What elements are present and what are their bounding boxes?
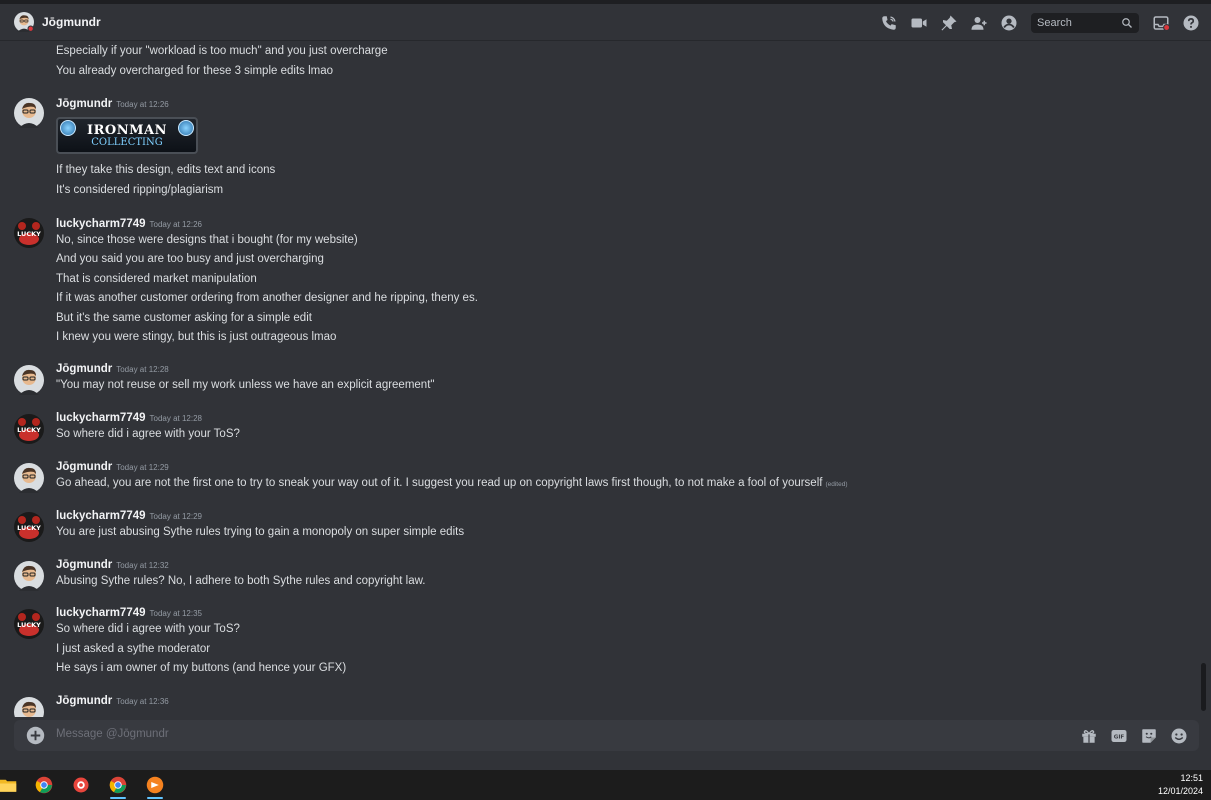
message-timestamp: Today at 12:28 <box>149 414 202 423</box>
message-text: Go ahead, you are not the first one to t… <box>56 477 848 489</box>
search-input[interactable]: Search <box>1031 12 1139 33</box>
search-icon <box>1122 17 1132 28</box>
message-author[interactable]: luckycharm7749 Today at 12:28 <box>56 412 202 424</box>
message-text: You already overcharged for these 3 simp… <box>56 65 334 77</box>
message-text: He says i am owner of my buttons (and he… <box>56 662 347 674</box>
help-icon[interactable] <box>1181 13 1201 33</box>
channel-title: Jōgmundr <box>42 15 101 29</box>
search-placeholder: Search <box>1037 16 1072 29</box>
author-name[interactable]: Jōgmundr <box>56 559 112 571</box>
clock-time: 12:51 <box>1180 773 1203 783</box>
message-text: But it's the same customer asking for a … <box>56 312 312 324</box>
message-text: So where did i agree with your ToS? <box>56 428 240 440</box>
message-timestamp: Today at 12:35 <box>149 609 202 618</box>
app-icon-red[interactable] <box>67 770 95 800</box>
message-text: I knew you were stingy, but this is just… <box>56 331 337 343</box>
user-avatar-luckycharm[interactable]: LUCKY <box>14 512 44 542</box>
message-text: If they take this design, edits text and… <box>56 164 276 176</box>
message-author[interactable]: Jōgmundr Today at 12:32 <box>56 559 169 571</box>
message-author[interactable]: Jōgmundr Today at 12:29 <box>56 461 169 473</box>
message-author[interactable]: Jōgmundr Today at 12:36 <box>56 695 169 707</box>
voice-call-icon[interactable] <box>879 13 899 33</box>
message-author[interactable]: Jōgmundr Today at 12:28 <box>56 363 169 375</box>
gif-icon[interactable]: GIF <box>1109 726 1129 746</box>
attachment-subtitle: COLLECTING <box>91 137 163 148</box>
message-author[interactable]: Jōgmundr Today at 12:26 <box>56 98 169 110</box>
author-name[interactable]: luckycharm7749 <box>56 607 146 619</box>
chrome-secondary-icon[interactable] <box>104 770 132 800</box>
edited-indicator: (edited) <box>825 481 848 488</box>
channel-header: Jōgmundr Search <box>0 4 1211 41</box>
author-name[interactable]: Jōgmundr <box>56 695 112 707</box>
avatar-text: LUCKY <box>17 621 41 629</box>
user-profile-icon[interactable] <box>999 13 1019 33</box>
author-name[interactable]: Jōgmundr <box>56 98 112 110</box>
avatar-text: LUCKY <box>17 524 41 532</box>
emoji-icon[interactable] <box>1169 726 1189 746</box>
message-text: And you said you are too busy and just o… <box>56 253 324 265</box>
active-app-indicator <box>147 797 163 799</box>
add-friends-to-dm-icon[interactable] <box>969 13 989 33</box>
system-clock[interactable]: 12:51 12/01/2024 <box>1158 772 1203 798</box>
user-avatar-jogmundr[interactable] <box>14 365 44 395</box>
user-avatar-jogmundr[interactable] <box>14 12 34 32</box>
message-text: Especially if your "workload is too much… <box>56 45 388 57</box>
inbox-icon[interactable] <box>1151 13 1171 33</box>
message-timestamp: Today at 12:29 <box>149 512 202 521</box>
message-text: So where did i agree with your ToS? <box>56 623 240 635</box>
author-name[interactable]: luckycharm7749 <box>56 510 146 522</box>
sticker-icon[interactable] <box>1139 726 1159 746</box>
user-avatar-jogmundr[interactable] <box>14 463 44 493</box>
message-timestamp: Today at 12:29 <box>116 463 169 472</box>
author-name[interactable]: luckycharm7749 <box>56 218 146 230</box>
app-icon-orange[interactable] <box>141 770 169 800</box>
user-avatar-jogmundr[interactable] <box>14 697 44 717</box>
user-avatar-jogmundr[interactable] <box>14 561 44 591</box>
image-attachment[interactable]: IRONMAN COLLECTING <box>56 117 198 154</box>
message-input[interactable]: Message @Jōgmundr <box>56 728 169 740</box>
message-text: Abusing Sythe rules? No, I adhere to bot… <box>56 575 426 587</box>
message-text: If it was another customer ordering from… <box>56 292 478 304</box>
author-name[interactable]: luckycharm7749 <box>56 412 146 424</box>
message-text: That is considered market manipulation <box>56 273 257 285</box>
message-author[interactable]: luckycharm7749 Today at 12:26 <box>56 218 202 230</box>
add-attachment-icon[interactable] <box>26 726 45 745</box>
attachment-title: IRONMAN <box>87 123 167 138</box>
message-list[interactable]: Especially if your "workload is too much… <box>0 41 1211 717</box>
composer-toolbar: GIF <box>1069 720 1189 751</box>
message-author[interactable]: luckycharm7749 Today at 12:29 <box>56 510 202 522</box>
avatar-text: LUCKY <box>17 426 41 434</box>
author-name[interactable]: Jōgmundr <box>56 363 112 375</box>
header-toolbar: Search <box>869 4 1201 41</box>
user-avatar-jogmundr[interactable] <box>14 98 44 128</box>
message-timestamp: Today at 12:36 <box>116 697 169 706</box>
message-timestamp: Today at 12:28 <box>116 365 169 374</box>
message-text: No, since those were designs that i boug… <box>56 234 358 246</box>
os-taskbar: 12:51 12/01/2024 <box>0 770 1211 800</box>
message-text: It's considered ripping/plagiarism <box>56 184 224 196</box>
message-timestamp: Today at 12:32 <box>116 561 169 570</box>
avatar-text: LUCKY <box>17 230 41 238</box>
message-timestamp: Today at 12:26 <box>149 220 202 229</box>
clock-date: 12/01/2024 <box>1157 786 1203 796</box>
chrome-icon[interactable] <box>30 770 58 800</box>
message-author[interactable]: luckycharm7749 Today at 12:35 <box>56 607 202 619</box>
message-text: I just asked a sythe moderator <box>56 643 211 655</box>
message-text: "You may not reuse or sell my work unles… <box>56 379 435 391</box>
author-name[interactable]: Jōgmundr <box>56 461 112 473</box>
svg-text:GIF: GIF <box>1114 734 1125 740</box>
file-explorer-icon[interactable] <box>0 770 22 800</box>
message-text: You are just abusing Sythe rules trying … <box>56 526 465 538</box>
user-avatar-luckycharm[interactable]: LUCKY <box>14 609 44 639</box>
pinned-messages-icon[interactable] <box>939 13 959 33</box>
message-composer[interactable]: Message @Jōgmundr GIF <box>14 720 1199 751</box>
message-body: Go ahead, you are not the first one to t… <box>56 477 823 489</box>
user-avatar-luckycharm[interactable]: LUCKY <box>14 414 44 444</box>
user-avatar-luckycharm[interactable]: LUCKY <box>14 218 44 248</box>
message-scrollbar[interactable] <box>1201 663 1206 711</box>
active-app-indicator <box>110 797 126 799</box>
message-timestamp: Today at 12:26 <box>116 100 169 109</box>
video-call-icon[interactable] <box>909 13 929 33</box>
gift-icon[interactable] <box>1079 726 1099 746</box>
